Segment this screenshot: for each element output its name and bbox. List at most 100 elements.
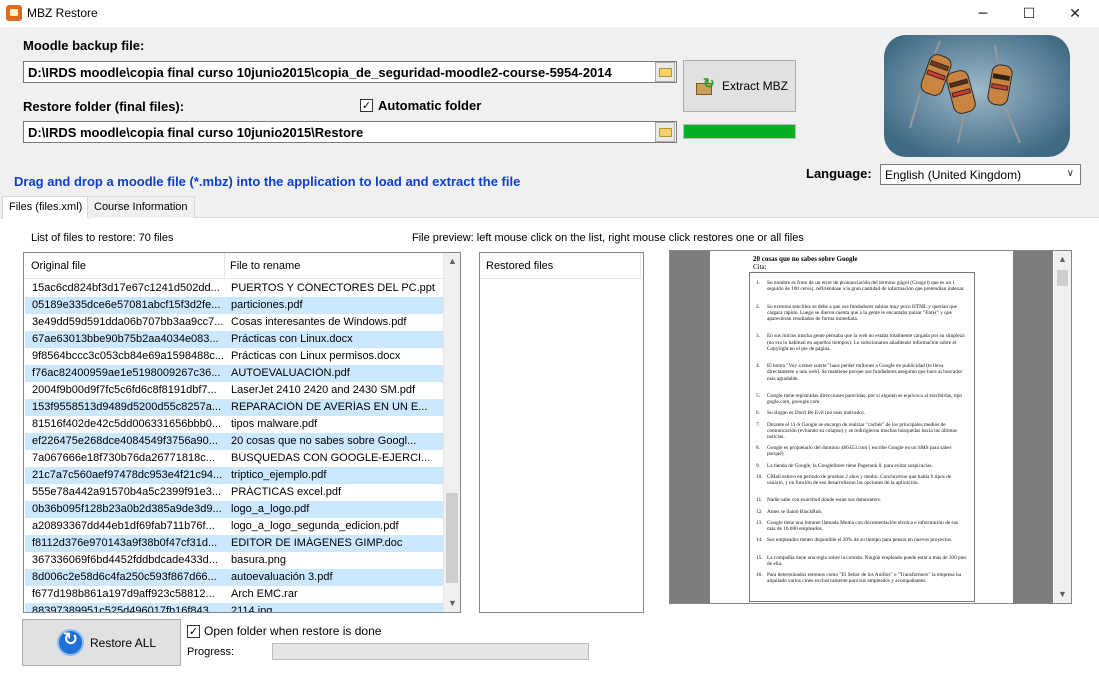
original-file-cell: 67ae63013bbe90b75b2aa4034e083...	[32, 333, 219, 345]
restored-files-list[interactable]: Restored files	[479, 252, 644, 613]
preview-hint-label: File preview: left mouse click on the li…	[412, 232, 804, 244]
preview-item-number: 11.	[756, 497, 763, 504]
restore-progress-bar	[272, 643, 589, 660]
restore-folder-input[interactable]: D:\IRDS moodle\copia final curso 10junio…	[23, 121, 677, 143]
app-icon	[6, 5, 22, 21]
automatic-folder-checkbox[interactable]: ✓ Automatic folder	[360, 98, 481, 113]
file-preview[interactable]: 20 cosas que no sabes sobre Google Cita:…	[669, 250, 1072, 604]
table-row[interactable]: 0b36b095f128b23a0b2d385a9de3d9... logo_a_…	[25, 501, 444, 518]
table-row[interactable]: 153f9558513d9489d5200d55c8257a... REPARAC…	[25, 399, 444, 416]
table-row[interactable]: 8d006c2e58d6c4fa250c593f867d66... autoeva…	[25, 569, 444, 586]
preview-item-number: 10.	[756, 473, 763, 480]
refresh-icon	[57, 629, 84, 656]
automatic-folder-label: Automatic folder	[378, 98, 482, 113]
preview-item-number: 1.	[756, 280, 760, 286]
restore-folder-path: D:\IRDS moodle\copia final curso 10junio…	[28, 125, 364, 140]
language-label: Language:	[806, 166, 872, 181]
original-file-cell: 2004f9b00d9f7fc5c6fd6c8f8191dbf7...	[32, 384, 217, 396]
preview-item-number: 4.	[756, 363, 760, 370]
rename-file-cell: tipos malware.pdf	[231, 418, 318, 430]
maximize-button[interactable]: ☐	[1006, 0, 1052, 27]
preview-item-text: Antes se llamó BlackRub.	[767, 508, 823, 515]
scroll-thumb[interactable]	[446, 493, 458, 583]
scroll-down-icon[interactable]: ▼	[1054, 586, 1071, 603]
files-list-scrollbar[interactable]: ▲ ▼	[443, 253, 460, 612]
rename-file-cell: Prácticas con Linux.docx	[231, 333, 353, 345]
open-folder-checkbox[interactable]: ✓ Open folder when restore is done	[187, 624, 381, 638]
table-row[interactable]: f8112d376e970143a9f38b0f47cf31d... EDITOR…	[25, 535, 444, 552]
tab-files[interactable]: Files (files.xml)	[2, 196, 90, 219]
preview-item-text: Su extrema sencillez se debe a que sus f…	[767, 303, 957, 322]
original-file-cell: 05189e335dce6e57081abcf15f3d2fe...	[32, 299, 221, 311]
files-list-header: Original file File to rename	[24, 253, 444, 279]
table-row[interactable]: 555e78a442a91570b4a5c2399f91e3... PRÁCTIC…	[25, 484, 444, 501]
table-row[interactable]: f76ac82400959ae1e5198009267c36... AUTOEVA…	[25, 365, 444, 382]
rename-file-cell: 2114.jpg	[231, 605, 273, 613]
preview-item-number: 12.	[756, 508, 763, 515]
scroll-down-icon[interactable]: ▼	[444, 595, 460, 612]
rename-file-cell: PUERTOS Y CONECTORES DEL PC.ppt	[231, 282, 435, 294]
table-row[interactable]: 3e49dd59d591dda06b707bb3aa9cc7... Cosas i…	[25, 314, 444, 331]
original-file-cell: f677d198b861a197d9aff923c58812...	[32, 588, 215, 600]
table-row[interactable]: 367336069f6bd4452fddbdcade433d... basura.…	[25, 552, 444, 569]
scroll-thumb[interactable]	[1057, 270, 1068, 286]
original-file-cell: 7a067666e18f730b76da26771818c...	[32, 452, 215, 464]
scroll-up-icon[interactable]: ▲	[1054, 251, 1071, 268]
rename-file-cell: particiones.pdf	[231, 299, 303, 311]
rename-file-cell: logo_a_logo.pdf	[231, 503, 310, 515]
preview-item-number: 14.	[756, 537, 763, 544]
table-row[interactable]: 15ac6cd824bf3d17e67c1241d502dd... PUERTOS…	[25, 280, 444, 297]
preview-item-number: 6.	[756, 410, 760, 417]
browse-backup-button[interactable]	[655, 62, 675, 82]
table-row[interactable]: ef226475e268dce4084549f3756a90... 20 cosa…	[25, 433, 444, 450]
original-file-cell: f76ac82400959ae1e5198009267c36...	[32, 367, 221, 379]
original-file-cell: 81516f402de42c5dd006331656bbb0...	[32, 418, 222, 430]
table-row[interactable]: 9f8564bccc3c053cb84e69a1598488c... Prácti…	[25, 348, 444, 365]
original-file-cell: 0b36b095f128b23a0b2d385a9de3d9...	[32, 503, 222, 515]
language-select[interactable]: English (United Kingdom) ∨	[880, 164, 1081, 185]
table-row[interactable]: 81516f402de42c5dd006331656bbb0... tipos m…	[25, 416, 444, 433]
backup-file-input[interactable]: D:\IRDS moodle\copia final curso 10junio…	[23, 61, 677, 83]
table-row[interactable]: 7a067666e18f730b76da26771818c... BÚSQUEDA…	[25, 450, 444, 467]
table-row[interactable]: f677d198b861a197d9aff923c58812... Arch EM…	[25, 586, 444, 603]
tab-bar: Files (files.xml) Course Information	[0, 196, 1099, 219]
restored-files-header-label[interactable]: Restored files	[486, 260, 553, 272]
preview-page: 20 cosas que no sabes sobre Google Cita:…	[711, 251, 1013, 603]
preview-item-number: 16.	[756, 572, 763, 578]
browse-restore-folder-button[interactable]	[655, 122, 675, 142]
preview-margin-right	[1013, 251, 1053, 603]
preview-item-number: 3.	[756, 333, 760, 340]
table-row[interactable]: 67ae63013bbe90b75b2aa4034e083... Práctica…	[25, 331, 444, 348]
preview-item-text: Nadie sabe con exactitud dónde están sus…	[767, 497, 882, 504]
table-row[interactable]: a20893367dd44eb1df69fab711b76f... logo_a_…	[25, 518, 444, 535]
title-bar: MBZ Restore ─ ☐ ✕	[0, 0, 1099, 27]
original-file-cell: 367336069f6bd4452fddbdcade433d...	[32, 554, 218, 566]
column-header-rename[interactable]: File to rename	[230, 260, 300, 272]
original-file-cell: ef226475e268dce4084549f3756a90...	[32, 435, 218, 447]
column-header-original[interactable]: Original file	[31, 260, 86, 272]
minimize-button[interactable]: ─	[960, 0, 1006, 27]
preview-scrollbar[interactable]: ▲ ▼	[1054, 251, 1071, 603]
files-list[interactable]: Original file File to rename 15ac6cd824b…	[23, 252, 461, 613]
preview-margin-left	[670, 251, 710, 603]
restore-all-button[interactable]: Restore ALL	[22, 619, 181, 666]
original-file-cell: 8d006c2e58d6c4fa250c593f867d66...	[32, 571, 217, 583]
preview-item-number: 9.	[756, 462, 760, 469]
table-row[interactable]: 88397389951c525d496017fb16f843... 2114.jp…	[25, 603, 444, 613]
preview-list-box: 1. Su nombre es fruto de un error de pron…	[749, 272, 975, 602]
rename-file-cell: PRÁCTICAS excel.pdf	[231, 486, 342, 498]
close-button[interactable]: ✕	[1052, 0, 1098, 27]
tab-course-information[interactable]: Course Information	[87, 196, 195, 218]
preview-item-text: Google tiene una intranet llamada Moma c…	[767, 519, 959, 532]
progress-label: Progress:	[187, 646, 235, 658]
preview-item-text: GMail estuvo en periodo de pruebas 2 año…	[767, 473, 952, 486]
table-row[interactable]: 21c7a7c560aef97478dc953e4f21c94... tripti…	[25, 467, 444, 484]
preview-item-text: La tienda de Google, la GoogleStore tien…	[767, 462, 933, 469]
scroll-up-icon[interactable]: ▲	[444, 253, 460, 270]
original-file-cell: a20893367dd44eb1df69fab711b76f...	[32, 520, 215, 532]
table-row[interactable]: 05189e335dce6e57081abcf15f3d2fe... partic…	[25, 297, 444, 314]
table-row[interactable]: 2004f9b00d9f7fc5c6fd6c8f8191dbf7... Laser…	[25, 382, 444, 399]
extract-mbz-button[interactable]: ↻ Extract MBZ	[683, 60, 796, 112]
preview-item-text: Su slogan es Don't Be Evil (no seas malv…	[767, 410, 865, 417]
open-folder-label: Open folder when restore is done	[204, 624, 382, 638]
